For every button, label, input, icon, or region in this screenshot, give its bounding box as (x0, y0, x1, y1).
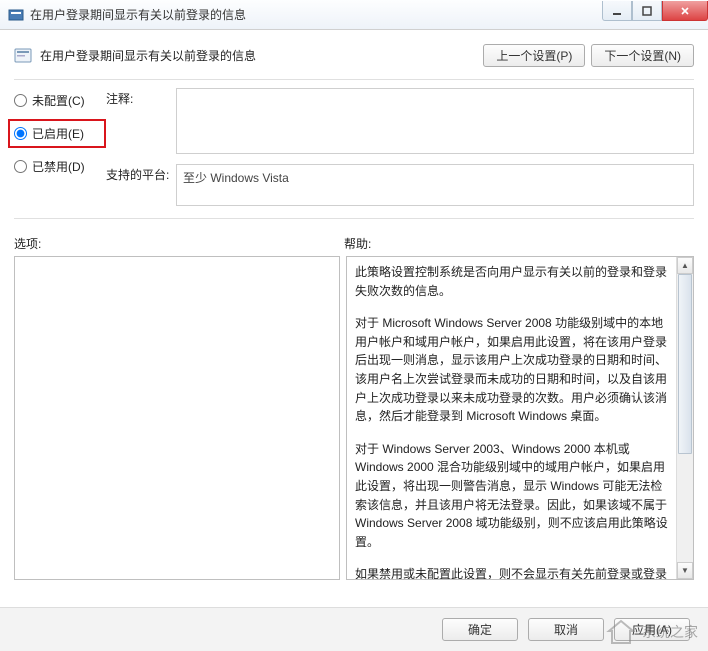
options-panel (14, 256, 340, 580)
scroll-thumb[interactable] (678, 274, 692, 454)
supported-platform-value: 至少 Windows Vista (183, 171, 289, 185)
radio-enabled-label: 已启用(E) (32, 125, 84, 142)
radio-not-configured[interactable]: 未配置(C) (14, 92, 106, 109)
help-paragraph: 对于 Microsoft Windows Server 2008 功能级别域中的… (355, 314, 668, 426)
radio-enabled[interactable]: 已启用(E) (8, 119, 106, 148)
options-label: 选项: (14, 235, 344, 252)
next-setting-button[interactable]: 下一个设置(N) (591, 44, 694, 67)
scroll-down-button[interactable]: ▼ (677, 562, 693, 579)
previous-setting-button[interactable]: 上一个设置(P) (483, 44, 585, 67)
window-title: 在用户登录期间显示有关以前登录的信息 (30, 6, 602, 23)
cancel-button[interactable]: 取消 (528, 618, 604, 641)
help-paragraph: 此策略设置控制系统是否向用户显示有关以前的登录和登录失败次数的信息。 (355, 263, 668, 300)
ok-button[interactable]: 确定 (442, 618, 518, 641)
minimize-button[interactable] (602, 1, 632, 21)
header-title: 在用户登录期间显示有关以前登录的信息 (40, 47, 483, 64)
maximize-button[interactable] (632, 1, 662, 21)
comment-label: 注释: (106, 88, 176, 107)
radio-disabled-label: 已禁用(D) (32, 158, 85, 175)
help-text: 此策略设置控制系统是否向用户显示有关以前的登录和登录失败次数的信息。 对于 Mi… (347, 257, 676, 579)
radio-not-configured-label: 未配置(C) (32, 92, 85, 109)
divider (14, 79, 694, 80)
scroll-track[interactable] (677, 274, 693, 562)
close-button[interactable] (662, 1, 708, 21)
radio-not-configured-input[interactable] (14, 94, 27, 107)
policy-icon (14, 47, 32, 65)
apply-button[interactable]: 应用(A) (614, 618, 690, 641)
state-radio-group: 未配置(C) 已启用(E) 已禁用(D) (14, 88, 106, 216)
window-controls (602, 1, 708, 23)
title-bar: 在用户登录期间显示有关以前登录的信息 (0, 0, 708, 30)
supported-platform-box: 至少 Windows Vista (176, 164, 694, 206)
help-panel: 此策略设置控制系统是否向用户显示有关以前的登录和登录失败次数的信息。 对于 Mi… (346, 256, 694, 580)
divider2 (14, 218, 694, 219)
platform-label: 支持的平台: (106, 164, 176, 183)
radio-disabled[interactable]: 已禁用(D) (14, 158, 106, 175)
scroll-up-button[interactable]: ▲ (677, 257, 693, 274)
app-icon (8, 7, 24, 23)
dialog-footer: 确定 取消 应用(A) (0, 607, 708, 651)
radio-disabled-input[interactable] (14, 160, 27, 173)
help-paragraph: 对于 Windows Server 2003、Windows 2000 本机或 … (355, 440, 668, 552)
help-scrollbar[interactable]: ▲ ▼ (676, 257, 693, 579)
header-row: 在用户登录期间显示有关以前登录的信息 上一个设置(P) 下一个设置(N) (14, 40, 694, 79)
help-paragraph: 如果禁用或未配置此设置，则不会显示有关先前登录或登录失败的消息。 (355, 565, 668, 579)
radio-enabled-input[interactable] (14, 127, 27, 140)
comment-textarea[interactable] (176, 88, 694, 154)
help-label: 帮助: (344, 235, 694, 252)
